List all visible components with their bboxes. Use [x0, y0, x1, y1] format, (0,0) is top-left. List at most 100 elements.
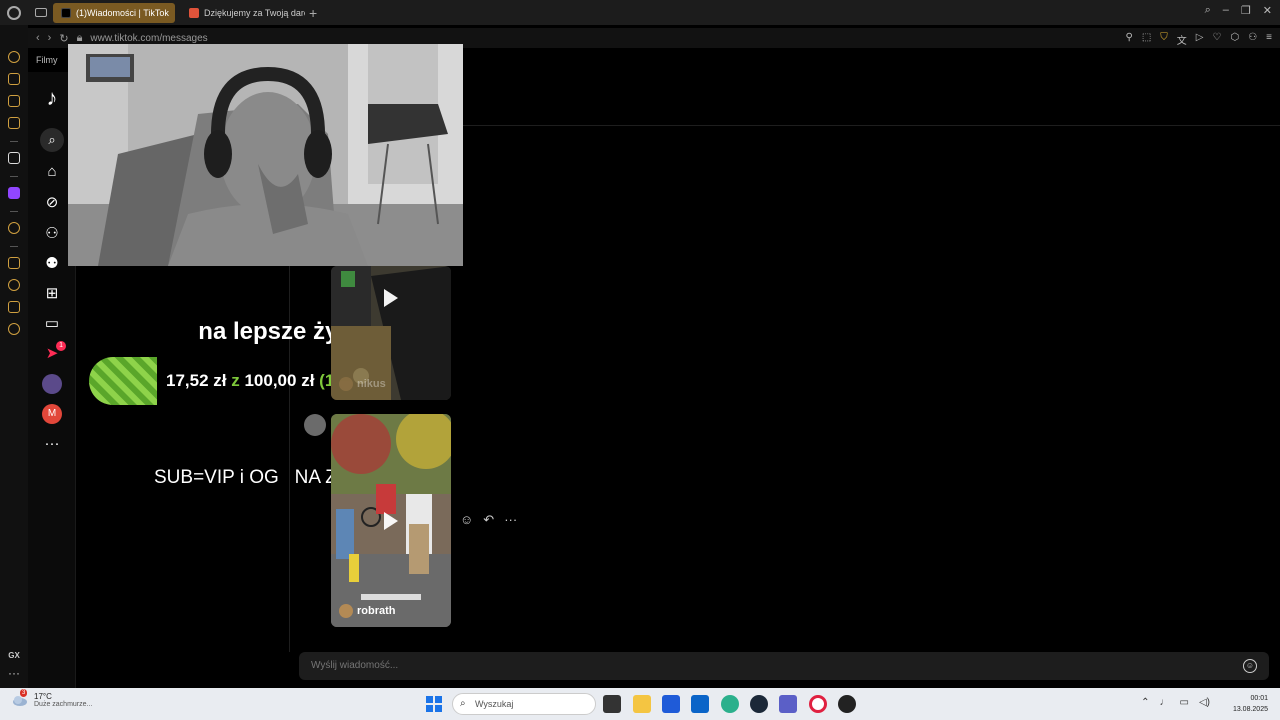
chevron-up-icon[interactable]: ⌃	[1141, 697, 1149, 708]
mail-icon[interactable]	[8, 117, 20, 129]
header-divider	[463, 125, 1280, 126]
player-icon[interactable]: ▷	[1196, 32, 1204, 47]
reload-button[interactable]: ↻	[59, 32, 68, 45]
play-icon[interactable]	[384, 511, 398, 530]
minimize-button[interactable]: –	[1223, 4, 1229, 17]
upload-icon[interactable]: ⊞	[42, 284, 62, 304]
forward-button[interactable]: ›	[48, 32, 52, 44]
more-options-icon[interactable]: ···	[504, 512, 517, 528]
sender-avatar[interactable]	[304, 414, 326, 436]
back-button[interactable]: ‹	[36, 32, 40, 44]
task-view-icon[interactable]	[603, 695, 621, 713]
tab-tiktok-messages[interactable]: (1)Wiadomości | TikTok	[53, 2, 175, 23]
snapshot-icon[interactable]: ⬚	[1142, 32, 1151, 47]
window-controls: ⌕ – ❐ ✕	[1205, 4, 1272, 17]
translate-icon[interactable]: 文	[1177, 32, 1187, 47]
cloud-icon: 3	[12, 689, 28, 707]
outlook-icon[interactable]	[691, 695, 709, 713]
easy-setup-icon[interactable]: ≡	[1266, 32, 1272, 47]
opera-menu-icon[interactable]	[7, 5, 21, 20]
account-icon[interactable]: ⚇	[1248, 32, 1257, 47]
clock-time: 00:01	[1250, 695, 1268, 702]
edge-icon[interactable]	[721, 695, 739, 713]
video-author: robrath	[339, 604, 396, 618]
following-icon[interactable]: ⚇	[42, 224, 62, 244]
donation-favicon-icon	[189, 7, 199, 18]
explore-icon[interactable]: ⊘	[42, 193, 62, 213]
close-button[interactable]: ✕	[1263, 4, 1272, 17]
friends-icon[interactable]: ⚉	[42, 254, 62, 274]
gx-label: GX	[8, 651, 20, 660]
activity-icon[interactable]: ➤ 1	[42, 341, 66, 364]
shield-icon[interactable]: ⛉	[1160, 32, 1168, 47]
sidebar-separator	[10, 211, 18, 212]
aria-icon[interactable]	[8, 152, 20, 164]
reply-icon[interactable]: ↶	[483, 512, 494, 528]
new-tab-button[interactable]: +	[309, 5, 317, 21]
microphone-icon[interactable]: ♩	[1160, 697, 1170, 708]
history-icon[interactable]	[8, 279, 20, 291]
messages-icon[interactable]: ▭	[42, 314, 62, 334]
system-tray: ⌃ ♩ ▭ ◁)	[1141, 697, 1210, 708]
react-icon[interactable]: ☺	[460, 512, 473, 528]
taskbar-search[interactable]: ⌕ Wyszukaj	[452, 693, 596, 715]
workspaces-icon[interactable]	[8, 257, 20, 269]
opera-gx-icon[interactable]	[809, 695, 827, 713]
extensions-icon[interactable]: ⬡	[1230, 32, 1239, 47]
shared-video-message[interactable]: nikus	[331, 266, 451, 400]
screen: (1)Wiadomości | TikTok Dziękujemy za Two…	[0, 0, 1280, 720]
opera-sidebar: GX ···	[0, 25, 28, 688]
start-button[interactable]	[426, 696, 442, 712]
search-icon[interactable]: ⌕	[40, 128, 64, 152]
search-icon: ⌕	[460, 698, 466, 709]
address-bar-tools: ⚲ ⬚ ⛉ 文 ▷ ♡ ⬡ ⚇ ≡	[1126, 32, 1273, 47]
heart-icon[interactable]: ♡	[1212, 32, 1221, 47]
tab-overview-icon[interactable]	[35, 8, 47, 17]
settings-icon[interactable]	[8, 323, 20, 335]
music-player-icon[interactable]	[8, 222, 20, 234]
message-input[interactable]	[299, 652, 1269, 680]
store-icon[interactable]	[662, 695, 680, 713]
gx-cleaner-icon[interactable]	[8, 73, 20, 85]
home-icon[interactable]: ⌂	[42, 162, 62, 182]
file-explorer-icon[interactable]	[633, 695, 651, 713]
webcam-feed	[68, 44, 463, 266]
weather-desc: Duże zachmurze...	[34, 701, 93, 708]
clock[interactable]: 00:01 13.08.2025	[1233, 693, 1268, 715]
author-avatar	[339, 377, 353, 391]
author-name: robrath	[357, 605, 396, 617]
sidebar-more-icon[interactable]: ···	[8, 666, 20, 680]
author-avatar	[339, 604, 353, 618]
app-icon[interactable]	[838, 695, 856, 713]
tab-donation[interactable]: Dziękujemy za Twoją daro	[181, 3, 305, 23]
profile-avatar[interactable]: M	[42, 404, 62, 424]
shared-video-message[interactable]: robrath	[331, 414, 451, 627]
gx-corner-icon[interactable]	[8, 95, 20, 107]
network-icon[interactable]: ▭	[1180, 697, 1189, 708]
gx-control-icon[interactable]	[8, 51, 20, 63]
volume-icon[interactable]: ◁)	[1199, 697, 1210, 708]
activity-badge: 1	[56, 341, 66, 351]
live-avatar[interactable]	[42, 374, 62, 394]
goal-z-label: z	[231, 371, 240, 390]
teams-icon[interactable]	[779, 695, 797, 713]
play-icon[interactable]	[384, 289, 398, 308]
pin-icon[interactable]: ⚲	[1126, 32, 1133, 47]
clock-date: 13.08.2025	[1232, 706, 1268, 713]
twitch-icon[interactable]	[8, 187, 20, 199]
bookmark-filmy[interactable]: Filmy	[36, 55, 58, 65]
tab-label: Dziękujemy za Twoją daro	[204, 7, 305, 18]
url-field[interactable]: www.tiktok.com/messages	[90, 33, 207, 44]
more-icon[interactable]: ···	[42, 434, 62, 454]
emoji-icon[interactable]: ☺	[1243, 659, 1257, 673]
search-icon[interactable]: ⌕	[1205, 4, 1211, 17]
extensions-sidebar-icon[interactable]	[8, 301, 20, 313]
browser-tab-bar: (1)Wiadomości | TikTok Dziękujemy za Two…	[0, 0, 1280, 25]
weather-widget[interactable]: 3 17°C Duże zachmurze...	[12, 689, 93, 708]
steam-icon[interactable]	[750, 695, 768, 713]
tiktok-logo-icon[interactable]: ♪	[42, 87, 62, 109]
goal-progress-bar	[89, 357, 157, 405]
video-author: nikus	[339, 377, 386, 391]
search-placeholder: Wyszukaj	[475, 699, 514, 709]
restore-button[interactable]: ❐	[1241, 4, 1251, 17]
